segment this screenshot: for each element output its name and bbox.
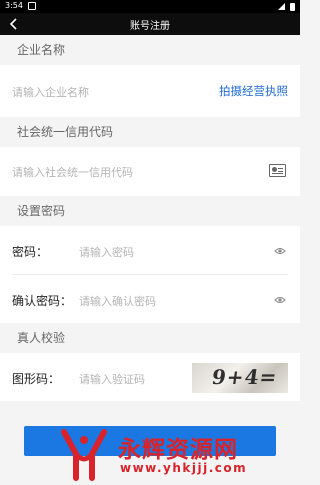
watermark-logo-icon (61, 429, 107, 481)
credit-code-row: 请输入社会统一信用代码 (0, 147, 300, 196)
company-name-row: 请输入企业名称 拍摄经营执照 (0, 65, 300, 117)
eye-icon[interactable] (274, 245, 286, 257)
battery-icon (290, 3, 295, 11)
eye-icon[interactable] (274, 294, 286, 306)
section-header-verify: 真人校验 (0, 323, 300, 353)
signal-icon (278, 3, 285, 10)
divider (12, 274, 288, 275)
id-card-icon[interactable] (269, 164, 286, 177)
company-name-input[interactable]: 请输入企业名称 (12, 84, 89, 100)
captcha-row: 图形码： 请输入验证码 9+4= (0, 353, 300, 401)
credit-code-input[interactable]: 请输入社会统一信用代码 (12, 164, 133, 180)
section-header-credit-code: 社会统一信用代码 (0, 117, 300, 147)
status-bar: 3:54 (0, 0, 300, 13)
watermark-url: www.yhkjjj.com (120, 461, 248, 475)
password-group: 密码： 请输入密码 确认密码： 请输入确认密码 (0, 226, 300, 323)
section-header-company: 企业名称 (0, 35, 300, 65)
nav-bar: 账号注册 (0, 13, 300, 35)
watermark-title: 永辉资源网 (118, 437, 238, 463)
captcha-image-text: 9+4= (210, 365, 280, 389)
confirm-password-input[interactable]: 请输入确认密码 (79, 293, 156, 309)
app-notification-icon (28, 2, 36, 10)
captcha-image[interactable]: 9+4= (192, 363, 288, 393)
password-input[interactable]: 请输入密码 (79, 244, 134, 260)
confirm-password-label: 确认密码： (12, 294, 73, 308)
status-time: 3:54 (5, 1, 23, 10)
captcha-label: 图形码： (12, 372, 61, 386)
section-header-password: 设置密码 (0, 196, 300, 226)
watermark: 永辉资源网 www.yhkjjj.com (58, 428, 298, 482)
page-title: 账号注册 (130, 21, 170, 32)
captcha-input[interactable]: 请输入验证码 (79, 371, 145, 387)
scan-business-license-link[interactable]: 拍摄经营执照 (219, 83, 288, 99)
password-label: 密码： (12, 245, 49, 259)
